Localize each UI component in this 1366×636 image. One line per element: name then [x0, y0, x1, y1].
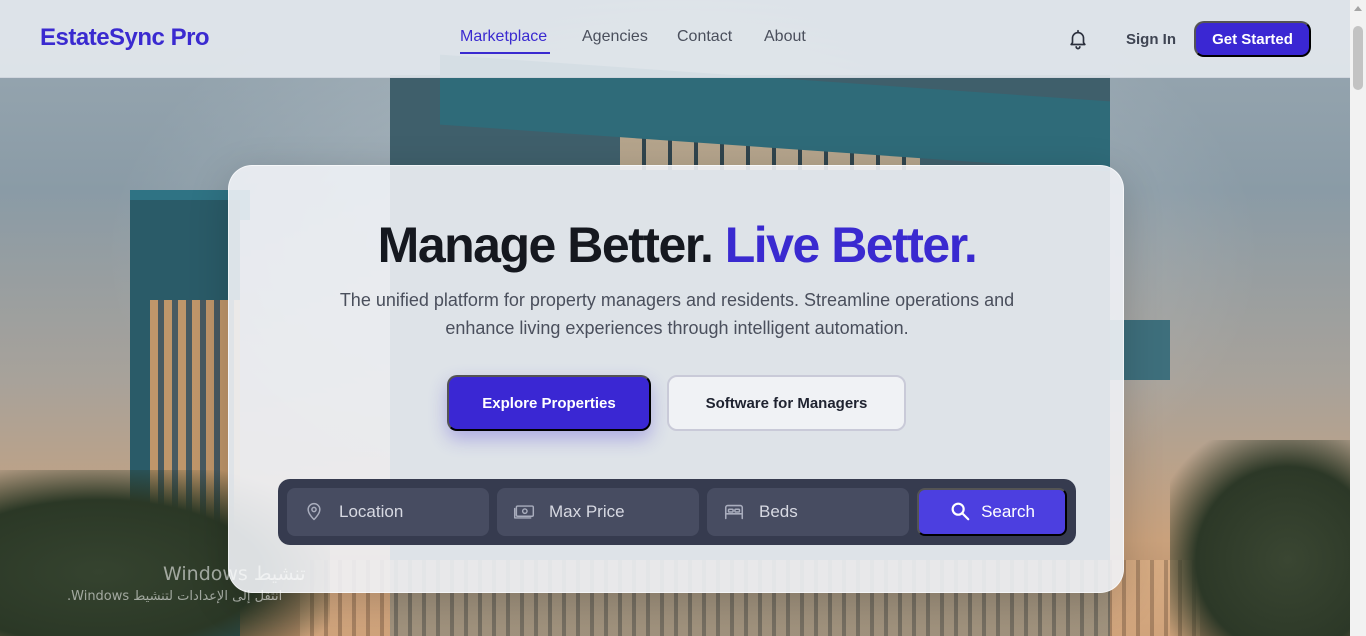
- windows-activation-subtitle: انتقل إلى الإعدادات لتنشيط Windows.: [67, 589, 283, 604]
- map-pin-icon: [303, 501, 325, 523]
- headline-part-1: Manage Better.: [377, 217, 714, 273]
- location-label: Location: [339, 502, 404, 521]
- windows-activation-title: Windows تنشيط: [163, 563, 306, 585]
- beds-field[interactable]: Beds: [707, 488, 909, 536]
- cash-icon: [513, 501, 535, 523]
- bed-icon: [723, 501, 745, 523]
- hero-headline: Manage Better. Live Better.: [229, 216, 1125, 274]
- nav-marketplace[interactable]: Marketplace: [460, 28, 547, 46]
- bell-icon[interactable]: [1067, 28, 1089, 50]
- headline-part-2: Live Better.: [724, 217, 978, 273]
- sign-in-link[interactable]: Sign In: [1126, 31, 1176, 48]
- get-started-button[interactable]: Get Started: [1194, 21, 1311, 57]
- scroll-thumb[interactable]: [1353, 26, 1363, 90]
- nav-contact[interactable]: Contact: [677, 28, 732, 46]
- max-price-label: Max Price: [549, 502, 625, 521]
- search-icon: [949, 500, 971, 525]
- hero-subtitle: The unified platform for property manage…: [339, 290, 1015, 338]
- software-for-managers-button[interactable]: Software for Managers: [667, 375, 906, 431]
- page-scrollbar[interactable]: [1350, 0, 1366, 636]
- trees-right: [1170, 440, 1366, 636]
- scroll-up-arrow-icon[interactable]: [1354, 6, 1362, 11]
- search-button[interactable]: Search: [917, 488, 1067, 536]
- beds-label: Beds: [759, 502, 798, 521]
- search-button-label: Search: [981, 502, 1035, 521]
- location-field[interactable]: Location: [287, 488, 489, 536]
- logo[interactable]: EstateSync Pro: [40, 24, 210, 52]
- site-header: EstateSync Pro Marketplace Agencies Cont…: [0, 0, 1350, 78]
- explore-properties-button[interactable]: Explore Properties: [447, 375, 651, 431]
- nav-about[interactable]: About: [764, 28, 806, 46]
- nav-active-indicator: [460, 52, 550, 54]
- max-price-field[interactable]: Max Price: [497, 488, 699, 536]
- hero-card: Manage Better. Live Better. The unified …: [228, 165, 1124, 593]
- property-search-bar: Location Max Price Beds Search: [278, 479, 1076, 545]
- nav-agencies[interactable]: Agencies: [582, 28, 648, 46]
